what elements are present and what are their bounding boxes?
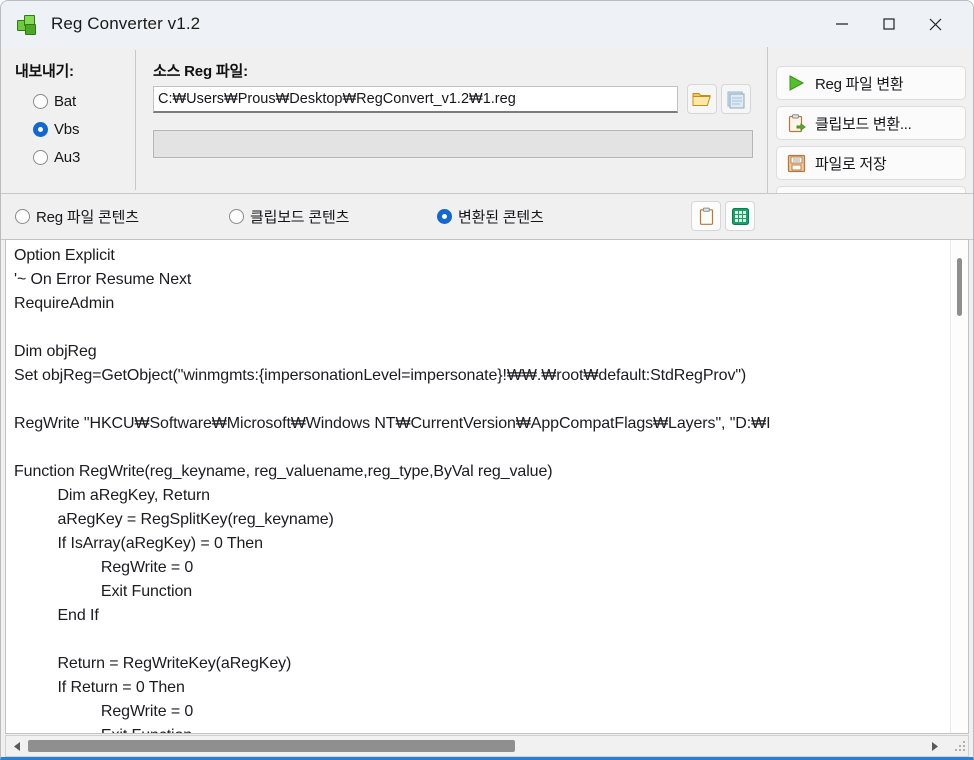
window-controls bbox=[818, 1, 973, 47]
radio-label: Vbs bbox=[54, 120, 80, 138]
resize-grip[interactable] bbox=[955, 741, 965, 752]
source-path-input[interactable]: C:₩Users₩Prous₩Desktop₩RegConvert_v1.2₩1… bbox=[153, 86, 678, 113]
scroll-left-arrow[interactable] bbox=[7, 736, 27, 756]
maximize-button[interactable] bbox=[865, 1, 912, 47]
green-play-icon bbox=[785, 72, 807, 94]
radio-view-clipboard[interactable]: 클립보드 콘텐츠 bbox=[229, 205, 349, 227]
button-label: 클립보드 변환... bbox=[815, 115, 912, 133]
radio-label: Reg 파일 콘텐츠 bbox=[36, 208, 139, 226]
radio-indicator bbox=[15, 208, 30, 224]
radio-indicator bbox=[33, 149, 48, 165]
radio-indicator bbox=[437, 208, 452, 224]
code-content: Option Explicit '~ On Error Resume Next … bbox=[14, 247, 771, 733]
radio-export-vbs[interactable]: Vbs bbox=[33, 118, 79, 140]
status-output-field bbox=[152, 129, 754, 159]
radio-label: 클립보드 콘텐츠 bbox=[250, 208, 350, 226]
scroll-right-arrow[interactable] bbox=[924, 736, 944, 756]
convert-reg-file-button[interactable]: Reg 파일 변환 bbox=[776, 66, 966, 100]
horizontal-scrollbar[interactable] bbox=[5, 735, 969, 757]
radio-export-bat[interactable]: Bat bbox=[33, 90, 76, 112]
export-format-group: 내보내기: Bat Vbs Au3 bbox=[5, 50, 136, 190]
radio-label: Bat bbox=[54, 92, 76, 110]
app-window: Reg Converter v1.2 내보내기: Bat Vbs Au3 소스 … bbox=[0, 0, 974, 760]
radio-label: Au3 bbox=[54, 148, 81, 166]
radio-view-converted[interactable]: 변환된 콘텐츠 bbox=[437, 205, 544, 227]
close-button[interactable] bbox=[912, 1, 959, 47]
code-editor[interactable]: Option Explicit '~ On Error Resume Next … bbox=[5, 239, 969, 734]
button-label: Reg 파일 변환 bbox=[815, 75, 904, 93]
button-label: 파일로 저장 bbox=[815, 155, 887, 173]
save-to-file-button[interactable]: 파일로 저장 bbox=[776, 146, 966, 180]
export-group-label: 내보내기: bbox=[15, 63, 74, 80]
upper-section: 내보내기: Bat Vbs Au3 소스 Reg 파일: C:₩Users₩Pr… bbox=[1, 47, 973, 239]
horizontal-scrollbar-thumb[interactable] bbox=[28, 740, 515, 752]
vertical-scrollbar-thumb[interactable] bbox=[957, 258, 962, 316]
vertical-scrollbar[interactable] bbox=[950, 240, 968, 733]
radio-indicator bbox=[229, 208, 244, 224]
minimize-button[interactable] bbox=[818, 1, 865, 47]
notepad-icon[interactable] bbox=[721, 84, 751, 114]
floppy-save-icon bbox=[785, 152, 807, 174]
radio-indicator bbox=[33, 121, 48, 137]
content-view-bar: Reg 파일 콘텐츠 클립보드 콘텐츠 변환된 콘텐츠 bbox=[1, 193, 973, 240]
green-blocks-icon bbox=[17, 13, 39, 35]
open-folder-icon[interactable] bbox=[687, 84, 717, 114]
radio-label: 변환된 콘텐츠 bbox=[458, 208, 544, 226]
radio-indicator bbox=[33, 93, 48, 109]
convert-clipboard-button[interactable]: 클립보드 변환... bbox=[776, 106, 966, 140]
title-bar: Reg Converter v1.2 bbox=[1, 1, 973, 48]
clipboard-arrow-icon bbox=[785, 112, 807, 134]
grid-export-icon[interactable] bbox=[725, 201, 755, 231]
radio-view-reg-file[interactable]: Reg 파일 콘텐츠 bbox=[15, 205, 139, 227]
window-title: Reg Converter v1.2 bbox=[51, 14, 201, 33]
source-file-label: 소스 Reg 파일: bbox=[153, 63, 248, 80]
copy-clipboard-icon[interactable] bbox=[691, 201, 721, 231]
source-file-panel: 소스 Reg 파일: C:₩Users₩Prous₩Desktop₩RegCon… bbox=[141, 50, 766, 190]
radio-export-au3[interactable]: Au3 bbox=[33, 146, 80, 168]
